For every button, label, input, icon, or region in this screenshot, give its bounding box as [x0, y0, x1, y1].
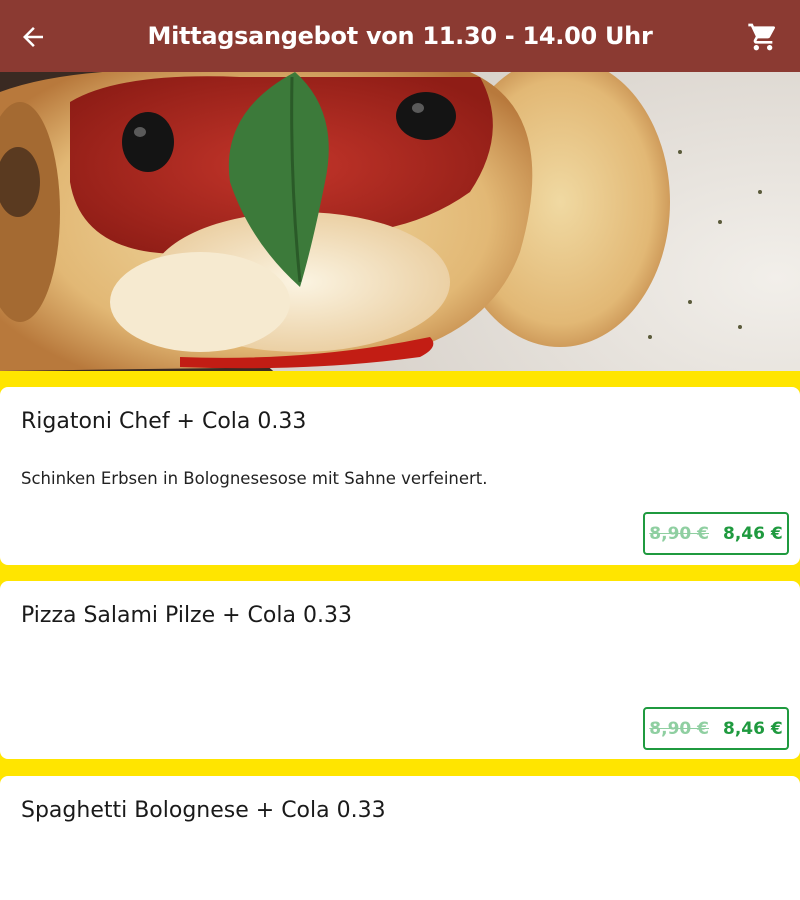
new-price: 8,46 €	[723, 523, 783, 544]
hero-image	[0, 72, 800, 371]
shopping-cart-icon	[748, 23, 776, 51]
offer-list: Rigatoni Chef + Cola 0.33 Schinken Erbse…	[0, 371, 800, 900]
app-bar: Mittagsangebot von 11.30 - 14.00 Uhr	[0, 0, 800, 72]
list-item[interactable]: Spaghetti Bolognese + Cola 0.33	[0, 776, 800, 900]
back-button[interactable]	[16, 20, 50, 54]
item-name: Spaghetti Bolognese + Cola 0.33	[21, 798, 386, 823]
cart-button[interactable]	[746, 20, 780, 54]
list-item[interactable]: Pizza Salami Pilze + Cola 0.33 8,90 € 8,…	[0, 581, 800, 759]
new-price: 8,46 €	[723, 718, 783, 739]
list-item[interactable]: Rigatoni Chef + Cola 0.33 Schinken Erbse…	[0, 387, 800, 565]
price-button[interactable]: 8,90 € 8,46 €	[643, 512, 789, 555]
page-title: Mittagsangebot von 11.30 - 14.00 Uhr	[147, 22, 653, 50]
old-price: 8,90 €	[649, 718, 709, 739]
old-price: 8,90 €	[649, 523, 709, 544]
item-name: Rigatoni Chef + Cola 0.33	[21, 409, 307, 434]
price-button[interactable]: 8,90 € 8,46 €	[643, 707, 789, 750]
item-description: Schinken Erbsen in Bolognesesose mit Sah…	[21, 469, 488, 488]
arrow-left-icon	[23, 27, 43, 47]
item-name: Pizza Salami Pilze + Cola 0.33	[21, 603, 352, 628]
pizza-calzone-photo	[0, 72, 800, 371]
